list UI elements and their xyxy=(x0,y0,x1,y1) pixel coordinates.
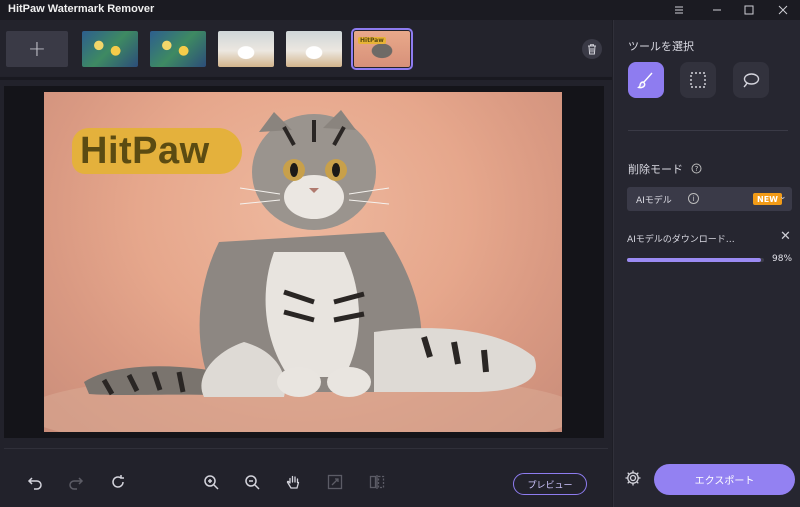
brush-icon xyxy=(637,72,653,89)
lasso-tool-button[interactable] xyxy=(733,62,769,98)
tool-section-title: ツールを選択 xyxy=(628,40,694,53)
help-icon[interactable]: ? xyxy=(691,163,702,174)
close-download-icon[interactable]: ✕ xyxy=(780,229,791,244)
chevron-down-icon: ⌄ xyxy=(779,192,787,202)
watermark-overlay[interactable]: HitPaw xyxy=(72,128,242,174)
bottom-toolbar: プレビュー xyxy=(0,462,612,502)
toolbar-separator xyxy=(4,448,608,449)
download-status-text: AIモデルのダウンロード… xyxy=(627,235,735,245)
thumbnail-3[interactable] xyxy=(218,31,274,67)
export-button[interactable]: エクスポート xyxy=(654,464,795,495)
redo-icon[interactable] xyxy=(65,471,87,493)
mode-title-label: 削除モード xyxy=(628,163,683,176)
menu-icon[interactable] xyxy=(664,0,694,20)
strip-divider xyxy=(0,77,612,80)
close-icon[interactable] xyxy=(768,0,798,20)
zoom-out-icon[interactable] xyxy=(241,471,263,493)
editor-area: + HitPaw HitPaw プレビュー xyxy=(0,20,612,507)
right-panel: ツールを選択 削除モード ? AIモデル i NEW ⌄ AIモデルのダウンロー… xyxy=(613,20,800,507)
svg-text:?: ? xyxy=(694,165,698,173)
rect-select-icon xyxy=(690,72,706,88)
panel-divider xyxy=(628,130,788,131)
fit-icon[interactable] xyxy=(324,471,346,493)
thumbnail-5-selected[interactable]: HitPaw xyxy=(351,28,413,70)
watermark-text: HitPaw xyxy=(80,129,210,172)
mode-title: 削除モード ? xyxy=(628,161,702,177)
preview-button[interactable]: プレビュー xyxy=(513,473,587,495)
cat-photo[interactable]: HitPaw xyxy=(44,92,562,432)
mode-select[interactable]: AIモデル i NEW ⌄ xyxy=(627,187,792,211)
thumbnail-strip: + HitPaw xyxy=(0,20,612,76)
download-progress-fill xyxy=(627,258,762,262)
app-title: HitPaw Watermark Remover xyxy=(8,3,155,15)
undo-icon[interactable] xyxy=(24,471,46,493)
rect-select-tool-button[interactable] xyxy=(680,62,716,98)
maximize-icon[interactable] xyxy=(734,0,764,20)
download-progress-bar xyxy=(627,258,764,262)
reset-icon[interactable] xyxy=(107,471,129,493)
trash-icon[interactable] xyxy=(582,39,602,59)
thumbnail-1[interactable] xyxy=(82,31,138,67)
download-percent: 98% xyxy=(772,254,793,264)
zoom-in-icon[interactable] xyxy=(200,471,222,493)
thumbnail-4[interactable] xyxy=(286,31,342,67)
info-icon[interactable]: i xyxy=(688,193,699,204)
hand-icon[interactable] xyxy=(283,471,305,493)
gear-icon[interactable] xyxy=(624,469,642,487)
mode-select-value: AIモデル xyxy=(636,196,672,206)
minimize-icon[interactable] xyxy=(702,0,732,20)
image-canvas[interactable]: HitPaw xyxy=(4,86,604,438)
brush-tool-button[interactable] xyxy=(628,62,664,98)
thumbnail-watermark: HitPaw xyxy=(358,37,386,44)
title-bar: HitPaw Watermark Remover xyxy=(0,0,800,20)
thumbnail-2[interactable] xyxy=(150,31,206,67)
compare-icon[interactable] xyxy=(366,471,388,493)
lasso-icon xyxy=(743,73,760,88)
add-image-button[interactable]: + xyxy=(6,31,68,67)
new-badge: NEW xyxy=(753,193,782,205)
